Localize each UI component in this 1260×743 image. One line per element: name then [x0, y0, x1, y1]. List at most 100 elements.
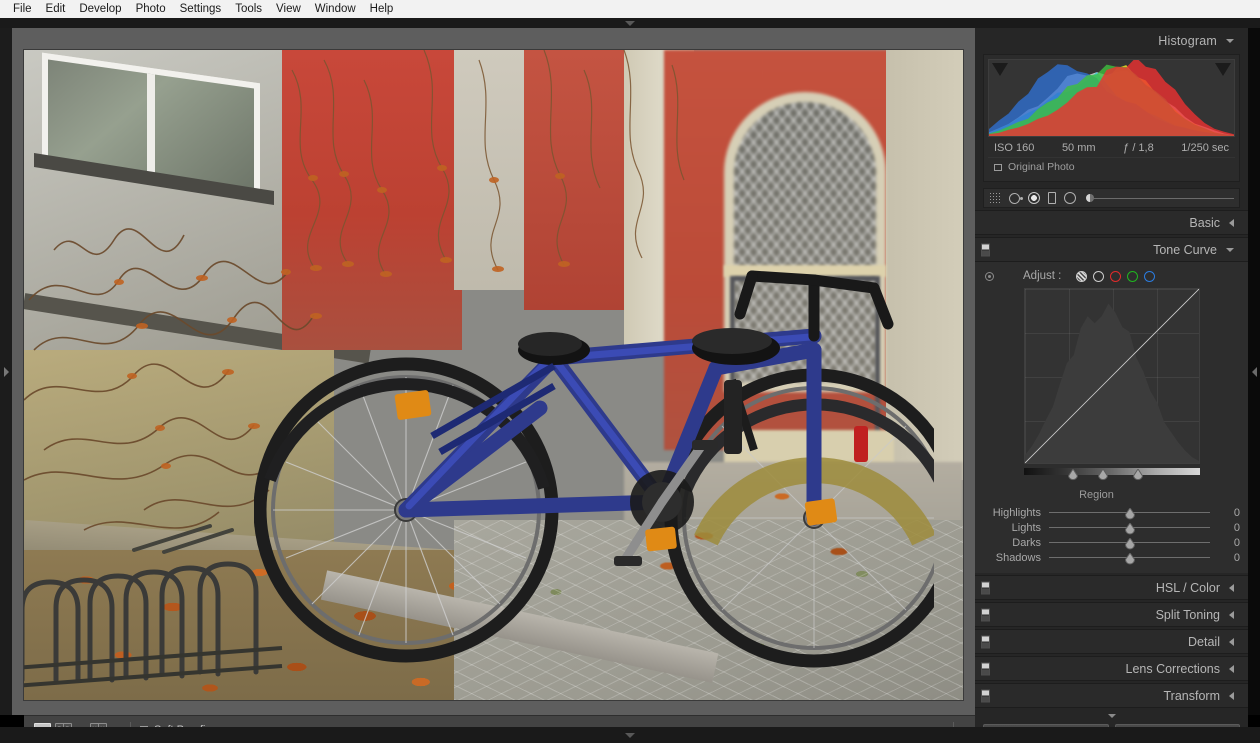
- top-panel-toggle[interactable]: [0, 18, 1260, 28]
- shadow-clipping-icon[interactable]: [992, 63, 1008, 76]
- menu-item-window[interactable]: Window: [308, 0, 363, 18]
- slider-lights-value: 0: [1233, 521, 1240, 534]
- menu-item-tools[interactable]: Tools: [228, 0, 269, 18]
- left-panel-toggle[interactable]: [0, 28, 12, 715]
- channel-blue-icon[interactable]: [1144, 270, 1156, 282]
- right-panel-toggle[interactable]: [1248, 28, 1260, 715]
- section-split-toning[interactable]: Split Toning: [975, 602, 1248, 627]
- menu-item-file[interactable]: File: [6, 0, 39, 18]
- region-label: Region: [1079, 489, 1114, 501]
- slider-darks-label: Darks: [1012, 536, 1041, 549]
- split-point-shadows[interactable]: [1067, 468, 1078, 482]
- chevron-down-icon: [1107, 714, 1116, 718]
- section-lens-corrections-title: Lens Corrections: [1125, 661, 1221, 676]
- slider-lights[interactable]: Lights 0: [983, 520, 1240, 535]
- transform-switch[interactable]: [981, 689, 990, 702]
- channel-rgb-icon[interactable]: [1076, 270, 1088, 282]
- section-hsl-color[interactable]: HSL / Color: [975, 575, 1248, 600]
- curve-line: [1025, 289, 1199, 463]
- channel-green-icon[interactable]: [1127, 270, 1139, 282]
- exif-focal-length: 50 mm: [1061, 142, 1096, 154]
- slider-darks-track[interactable]: [1049, 536, 1210, 549]
- histogram-block: ISO 160 50 mm ƒ / 1,8 1/250 sec Original…: [983, 54, 1240, 182]
- red-eye-icon[interactable]: [1028, 192, 1040, 204]
- lightroom-window: File Edit Develop Photo Settings Tools V…: [0, 0, 1260, 743]
- menu-item-photo[interactable]: Photo: [129, 0, 173, 18]
- slider-highlights-value: 0: [1233, 506, 1240, 519]
- menu-item-view[interactable]: View: [269, 0, 308, 18]
- histogram-header[interactable]: Histogram: [975, 28, 1248, 54]
- chevron-left-icon[interactable]: [1229, 610, 1234, 619]
- split-point-highlights[interactable]: [1132, 468, 1143, 482]
- histogram-plot: [989, 60, 1234, 136]
- section-basic[interactable]: Basic: [975, 210, 1248, 235]
- section-tone-curve[interactable]: Tone Curve: [975, 237, 1248, 262]
- slider-darks[interactable]: Darks 0: [983, 535, 1240, 550]
- tone-range-gradient[interactable]: [1023, 468, 1200, 481]
- split-point-midtones[interactable]: [1097, 468, 1108, 482]
- chevron-left-icon[interactable]: [1229, 637, 1234, 646]
- spot-removal-icon[interactable]: [1009, 192, 1023, 204]
- tone-curve-graph[interactable]: [1023, 288, 1200, 464]
- hsl-color-switch[interactable]: [981, 581, 990, 594]
- section-detail[interactable]: Detail: [975, 629, 1248, 654]
- slider-darks-value: 0: [1233, 536, 1240, 549]
- section-transform[interactable]: Transform: [975, 683, 1248, 708]
- radial-filter-icon[interactable]: [1064, 192, 1076, 204]
- lens-corrections-switch[interactable]: [981, 662, 990, 675]
- menu-item-help[interactable]: Help: [363, 0, 401, 18]
- chevron-down-icon[interactable]: [1226, 247, 1234, 252]
- detail-switch[interactable]: [981, 635, 990, 648]
- brush-size-slider[interactable]: [1086, 194, 1234, 202]
- slider-track: [1092, 197, 1234, 199]
- slider-lights-label: Lights: [1011, 521, 1041, 534]
- slider-highlights-label: Highlights: [992, 506, 1041, 519]
- section-lens-corrections[interactable]: Lens Corrections: [975, 656, 1248, 681]
- exif-iso: ISO 160: [994, 142, 1035, 154]
- chevron-left-icon[interactable]: [1229, 664, 1234, 673]
- original-photo-row[interactable]: Original Photo: [988, 157, 1235, 177]
- slider-knob[interactable]: [1124, 551, 1135, 564]
- highlight-clipping-icon[interactable]: [1215, 63, 1231, 76]
- split-toning-switch[interactable]: [981, 608, 990, 621]
- menu-item-develop[interactable]: Develop: [72, 0, 128, 18]
- target-adjustment-icon[interactable]: [985, 271, 994, 281]
- slider-shadows[interactable]: Shadows 0: [983, 550, 1240, 565]
- menu-item-settings[interactable]: Settings: [173, 0, 229, 18]
- exif-aperture: ƒ / 1,8: [1123, 142, 1154, 154]
- slider-shadows-track[interactable]: [1049, 551, 1210, 564]
- chevron-down-icon: [625, 20, 635, 26]
- channel-white-icon[interactable]: [1093, 270, 1105, 282]
- chevron-right-icon: [3, 366, 9, 377]
- chevron-down-icon[interactable]: [1226, 39, 1234, 43]
- chevron-left-icon[interactable]: [1229, 583, 1234, 592]
- slider-highlights-track[interactable]: [1049, 506, 1210, 519]
- histogram-chart[interactable]: [988, 59, 1235, 137]
- channel-red-icon[interactable]: [1110, 270, 1122, 282]
- develop-tool-strip: [983, 188, 1240, 208]
- slider-knob[interactable]: [1124, 506, 1135, 519]
- slider-lights-track[interactable]: [1049, 521, 1210, 534]
- slider-knob[interactable]: [1124, 521, 1135, 534]
- slider-knob[interactable]: [1124, 536, 1135, 549]
- panel-scroll-down[interactable]: [975, 711, 1248, 721]
- chevron-down-icon: [625, 732, 635, 738]
- photo-canvas[interactable]: [24, 50, 963, 700]
- section-detail-title: Detail: [1188, 634, 1220, 649]
- slider-shadows-label: Shadows: [995, 551, 1041, 564]
- main-content: R R Y Y Soft Proofing: [0, 28, 1260, 743]
- menu-bar: File Edit Develop Photo Settings Tools V…: [0, 0, 1260, 18]
- filmstrip-toggle[interactable]: [0, 727, 1260, 743]
- photo-viewer[interactable]: R R Y Y Soft Proofing: [12, 28, 987, 743]
- chevron-left-icon: [1251, 366, 1257, 377]
- section-transform-title: Transform: [1163, 688, 1221, 703]
- chevron-left-icon[interactable]: [1229, 218, 1234, 227]
- adjust-row: Adjust :: [983, 268, 1240, 288]
- crop-overlay-icon[interactable]: [989, 192, 1001, 204]
- chevron-left-icon[interactable]: [1229, 691, 1234, 700]
- graduated-filter-icon[interactable]: [1048, 192, 1056, 204]
- slider-highlights[interactable]: Highlights 0: [983, 505, 1240, 520]
- slider-shadows-value: 0: [1233, 551, 1240, 564]
- menu-item-edit[interactable]: Edit: [39, 0, 73, 18]
- tone-curve-switch[interactable]: [981, 243, 990, 256]
